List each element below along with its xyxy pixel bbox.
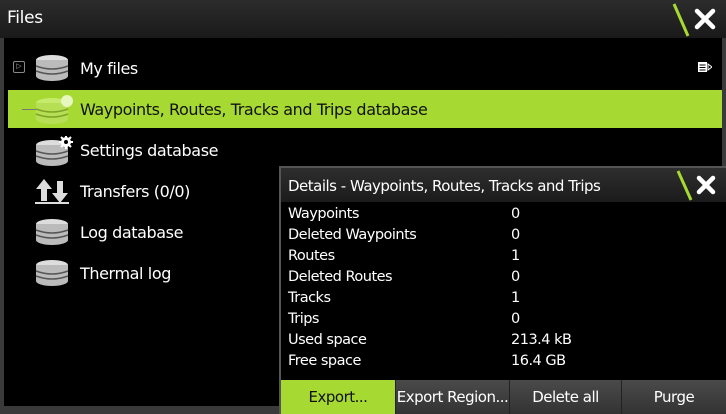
detail-value: 1 (511, 248, 520, 264)
detail-key: Tracks (288, 290, 331, 306)
list-item-label: My files (80, 58, 138, 78)
detail-value: 0 (511, 269, 520, 285)
list-item-label: Log database (80, 222, 184, 242)
detail-row-waypoints: Waypoints 0 (288, 206, 708, 227)
detail-row-tracks: Tracks 1 (288, 290, 708, 311)
expand-icon[interactable]: ▷ (13, 61, 25, 73)
detail-row-deleted-waypoints: Deleted Waypoints 0 (288, 227, 708, 248)
detail-key: Waypoints (288, 206, 359, 222)
detail-key: Used space (288, 332, 367, 348)
detail-key: Free space (288, 353, 361, 369)
dialog-title: Details - Waypoints, Routes, Tracks and … (288, 177, 601, 195)
detail-row-deleted-routes: Deleted Routes 0 (288, 269, 708, 290)
dialog-title-bar: Details - Waypoints, Routes, Tracks and … (281, 168, 726, 202)
window-title: Files (7, 8, 43, 28)
purge-button[interactable]: Purge (621, 380, 726, 414)
list-item-settings-database[interactable]: Settings database (8, 131, 722, 169)
details-dialog: Details - Waypoints, Routes, Tracks and … (279, 166, 726, 414)
database-active-icon (35, 95, 73, 124)
export-region-button[interactable]: Export Region... (395, 380, 509, 414)
database-icon (35, 55, 69, 81)
dialog-close-button[interactable] (670, 168, 726, 202)
close-button[interactable] (664, 0, 726, 38)
detail-row-free-space: Free space 16.4 GB (288, 353, 708, 374)
detail-value: 0 (511, 206, 520, 222)
delete-all-button[interactable]: Delete all (509, 380, 621, 414)
title-bar: Files (0, 0, 726, 39)
list-item-label: Waypoints, Routes, Tracks and Trips data… (80, 99, 428, 119)
list-item-my-files[interactable]: ▷ My files (8, 49, 722, 87)
close-icon (676, 170, 716, 201)
list-item-label: Settings database (80, 140, 219, 160)
list-item-label: Transfers (0/0) (80, 181, 190, 201)
list-item-waypoints-database[interactable]: Waypoints, Routes, Tracks and Trips data… (8, 90, 722, 128)
export-button[interactable]: Export... (281, 380, 395, 414)
transfer-arrows-icon (35, 179, 69, 204)
detail-value: 1 (511, 290, 520, 306)
menu-icon[interactable] (698, 61, 712, 73)
database-settings-icon (35, 136, 73, 166)
close-icon (672, 3, 716, 37)
detail-row-used-space: Used space 213.4 kB (288, 332, 708, 353)
detail-key: Routes (288, 248, 335, 264)
detail-value: 0 (511, 311, 520, 327)
detail-row-trips: Trips 0 (288, 311, 708, 332)
detail-key: Trips (288, 311, 319, 327)
dialog-button-bar: Export... Export Region... Delete all Pu… (281, 380, 726, 414)
detail-value: 213.4 kB (511, 332, 572, 348)
detail-value: 0 (511, 227, 520, 243)
detail-value: 16.4 GB (511, 353, 566, 369)
detail-key: Deleted Routes (288, 269, 393, 285)
detail-row-routes: Routes 1 (288, 248, 708, 269)
detail-key: Deleted Waypoints (288, 227, 417, 243)
database-icon (35, 260, 69, 286)
list-item-label: Thermal log (80, 263, 171, 283)
database-icon (35, 219, 69, 245)
